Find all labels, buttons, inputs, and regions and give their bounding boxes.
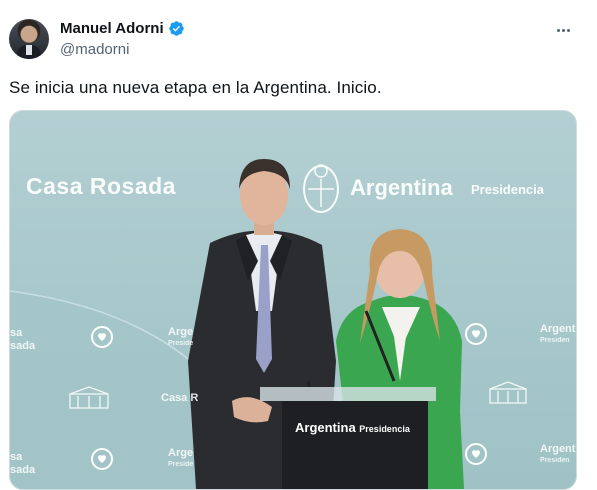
- backdrop-repeat-text: sa: [10, 327, 23, 339]
- backdrop-repeat-text: sada: [10, 464, 36, 476]
- author-name-row: Manuel Adorni: [60, 20, 185, 37]
- backdrop-repeat-text: sada: [10, 340, 36, 352]
- backdrop-repeat-text: Preside: [168, 461, 194, 468]
- heart-badge-icon: [465, 443, 487, 465]
- backdrop-repeat-text: Argent: [540, 323, 576, 335]
- backdrop-repeat-text: Argent: [540, 443, 576, 455]
- backdrop-right-subtitle: Presidencia: [471, 182, 544, 197]
- coat-of-arms-icon: [303, 164, 339, 213]
- heart-badge-icon: [465, 323, 487, 345]
- backdrop-repeat-text: Presiden: [540, 457, 570, 464]
- podium-subtitle: Presidencia: [359, 424, 410, 434]
- author-avatar[interactable]: [9, 19, 49, 59]
- more-options-icon[interactable]: [553, 22, 573, 38]
- building-icon: [489, 381, 527, 404]
- podium-title: Argentina: [295, 420, 356, 435]
- tweet-photo[interactable]: Casa Rosada Argentina Presidencia sa sad…: [9, 110, 577, 490]
- podium-label: Argentina Presidencia: [295, 420, 410, 435]
- backdrop-repeat-text: sa: [10, 451, 23, 463]
- dot: [566, 28, 570, 32]
- podium: [282, 401, 428, 489]
- tweet-card: Manuel Adorni @madorni Se inicia una nue…: [0, 0, 597, 490]
- lectern-glass: [260, 387, 436, 401]
- tweet-text: Se inicia una nueva etapa en la Argentin…: [9, 78, 382, 97]
- backdrop-left-title: Casa Rosada: [26, 173, 176, 199]
- dot: [556, 28, 560, 32]
- backdrop-repeat-text: Presiden: [540, 337, 570, 344]
- avatar-shirt: [26, 45, 32, 55]
- author-display-name[interactable]: Manuel Adorni: [60, 20, 164, 37]
- photo-scene: [10, 159, 527, 489]
- backdrop-right-title: Argentina: [350, 175, 453, 200]
- backdrop-repeat-text: Arge: [168, 326, 194, 338]
- verified-badge-icon: [168, 21, 184, 36]
- backdrop-repeat-text: Preside: [168, 340, 194, 347]
- backdrop-repeat-text: Casa R: [161, 392, 199, 404]
- dot: [561, 28, 565, 32]
- author-handle[interactable]: @madorni: [60, 41, 129, 58]
- backdrop-repeat-text: Arge: [168, 447, 194, 459]
